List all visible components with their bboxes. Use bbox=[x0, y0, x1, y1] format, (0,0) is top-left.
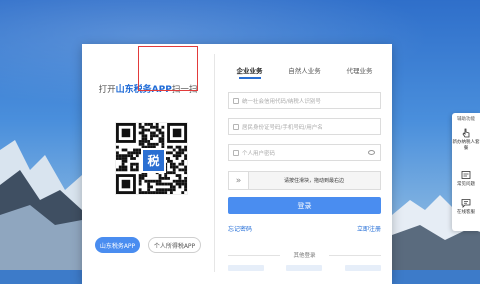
slider-captcha: » 请按住滑块，拖动到最右边 bbox=[228, 171, 381, 190]
new-taxpayer-package-button[interactable]: 新办纳税人套餐 bbox=[452, 128, 480, 152]
faq-button[interactable]: 常见问题 bbox=[452, 170, 480, 188]
hand-pointer-icon bbox=[462, 128, 470, 138]
register-link[interactable]: 立即注册 bbox=[357, 224, 381, 233]
tax-logo-icon: 税 bbox=[141, 148, 166, 173]
building-icon bbox=[233, 97, 239, 104]
tab-individual[interactable]: 自然人业务 bbox=[277, 52, 332, 88]
tab-agent[interactable]: 代理业务 bbox=[332, 52, 387, 88]
app-brand-name: 山东税务APP bbox=[115, 85, 172, 95]
login-button[interactable]: 登录 bbox=[228, 197, 381, 214]
password-placeholder: 个人用户密码 bbox=[242, 150, 276, 157]
new-taxpayer-package-label: 新办纳税人套餐 bbox=[452, 140, 480, 151]
password-input[interactable]: 个人用户密码 bbox=[228, 144, 381, 161]
slider-instruction: 请按住滑块，拖动到最右边 bbox=[283, 178, 344, 184]
other-login-option[interactable] bbox=[228, 265, 264, 271]
other-login-options bbox=[228, 265, 381, 275]
vertical-divider bbox=[214, 54, 215, 272]
online-service-label: 在线客服 bbox=[457, 210, 475, 215]
lock-icon bbox=[233, 149, 239, 156]
assist-panel-title: 辅助功能 bbox=[457, 117, 475, 122]
scan-suffix: 扫一扫 bbox=[171, 85, 198, 95]
tab-agent-label: 代理业务 bbox=[346, 67, 373, 75]
tab-enterprise-label: 企业业务 bbox=[236, 67, 263, 75]
other-login-option[interactable] bbox=[286, 265, 322, 271]
personal-income-tax-app-button[interactable]: 个人所得税APP bbox=[148, 237, 201, 253]
id-card-icon bbox=[233, 123, 239, 130]
credit-code-input[interactable]: 统一社会信用代码/纳税人识别号 bbox=[228, 92, 381, 109]
other-login-label: 其他登录 bbox=[228, 251, 381, 259]
chat-icon bbox=[461, 199, 471, 208]
slider-handle[interactable]: » bbox=[229, 172, 249, 189]
login-qr-code: 税 bbox=[115, 122, 188, 195]
scan-prefix: 打开 bbox=[98, 85, 116, 95]
forgot-password-link[interactable]: 忘记密码 bbox=[228, 224, 252, 233]
other-login-option[interactable] bbox=[345, 265, 381, 271]
login-card: 打开山东税务APP扫一扫 税 山东税务APP 个人所得税APP 企业业务 自然人… bbox=[82, 44, 392, 284]
qr-login-panel: 打开山东税务APP扫一扫 税 山东税务APP 个人所得税APP bbox=[82, 44, 214, 284]
tab-individual-label: 自然人业务 bbox=[288, 67, 321, 75]
tab-enterprise[interactable]: 企业业务 bbox=[222, 52, 277, 88]
id-number-placeholder: 居民身份证号码/手机号码/用户名 bbox=[242, 124, 323, 131]
id-number-input[interactable]: 居民身份证号码/手机号码/用户名 bbox=[228, 118, 381, 135]
scan-instruction: 打开山东税务APP扫一扫 bbox=[82, 82, 214, 95]
assist-side-panel: 辅助功能 新办纳税人套餐 常见问题 在线客服 bbox=[452, 113, 480, 231]
active-tab-underline bbox=[238, 77, 261, 79]
account-login-panel: 企业业务 自然人业务 代理业务 统一社会信用代码/纳税人识别号 居民身份证号码/… bbox=[222, 44, 387, 284]
faq-label: 常见问题 bbox=[457, 182, 475, 187]
faq-icon bbox=[461, 171, 471, 179]
credit-code-placeholder: 统一社会信用代码/纳税人识别号 bbox=[242, 98, 321, 105]
shandong-tax-app-button[interactable]: 山东税务APP bbox=[95, 237, 140, 253]
login-tabs: 企业业务 自然人业务 代理业务 bbox=[222, 52, 387, 88]
show-password-icon[interactable] bbox=[368, 150, 375, 155]
online-service-button[interactable]: 在线客服 bbox=[452, 198, 480, 216]
